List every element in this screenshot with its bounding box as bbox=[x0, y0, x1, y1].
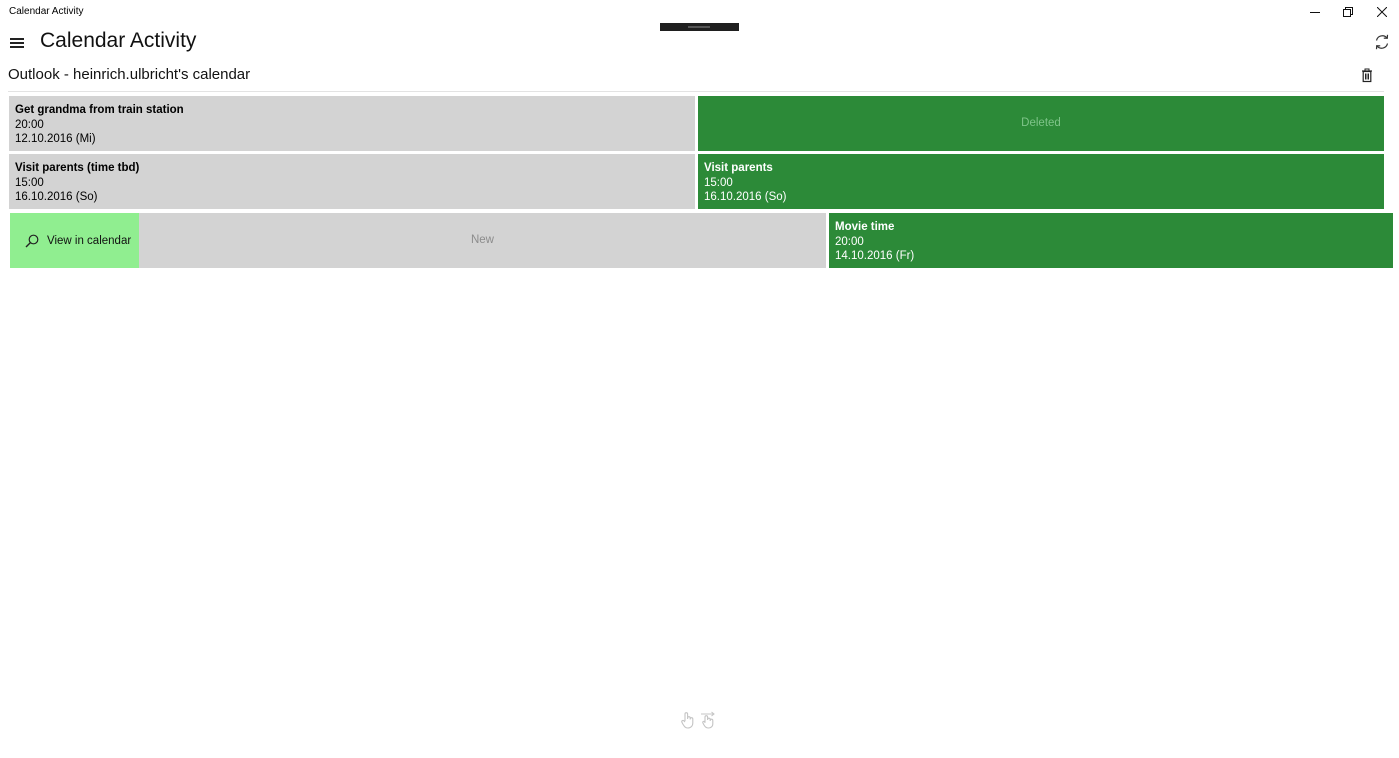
drag-grip bbox=[688, 26, 710, 28]
status-label: Deleted bbox=[1021, 117, 1061, 130]
deleted-status-tile[interactable]: Deleted bbox=[698, 96, 1384, 151]
touch-icon bbox=[681, 712, 694, 729]
trash-icon bbox=[1362, 68, 1372, 83]
hamburger-menu-button[interactable] bbox=[10, 36, 25, 48]
hamburger-line bbox=[10, 42, 24, 44]
event-time: 15:00 bbox=[704, 176, 733, 189]
title-bar: Calendar Activity bbox=[0, 0, 1399, 24]
event-date: 16.10.2016 (So) bbox=[15, 191, 98, 203]
old-event-tile[interactable]: Visit parents (time tbd) 15:00 16.10.201… bbox=[9, 154, 695, 209]
event-time: 20:00 bbox=[15, 118, 44, 131]
view-in-calendar-button[interactable]: View in calendar bbox=[10, 213, 139, 268]
hamburger-line bbox=[10, 38, 24, 40]
restore-icon bbox=[1343, 7, 1353, 17]
close-icon bbox=[1377, 7, 1387, 17]
window-title: Calendar Activity bbox=[9, 6, 84, 17]
divider bbox=[8, 91, 1384, 92]
event-title: Get grandma from train station bbox=[15, 104, 184, 116]
status-label: New bbox=[470, 234, 494, 247]
calendar-name: Outlook - heinrich.ulbricht's calendar bbox=[8, 66, 251, 83]
old-event-tile[interactable]: Get grandma from train station 20:00 12.… bbox=[9, 96, 695, 151]
search-icon bbox=[25, 234, 39, 247]
restore-button[interactable] bbox=[1331, 0, 1365, 24]
delete-calendar-button[interactable] bbox=[1360, 68, 1374, 83]
sync-button[interactable] bbox=[1373, 33, 1391, 51]
new-event-tile[interactable]: Movie time 20:00 14.10.2016 (Fr) bbox=[829, 213, 1393, 268]
minimize-icon bbox=[1310, 12, 1320, 13]
view-in-calendar-label: View in calendar bbox=[47, 234, 132, 247]
touch-hints bbox=[680, 711, 720, 731]
new-event-tile[interactable]: Visit parents 15:00 16.10.2016 (So) bbox=[698, 154, 1384, 209]
new-status-tile[interactable]: New bbox=[139, 213, 826, 268]
event-title: Movie time bbox=[835, 221, 895, 233]
event-date: 12.10.2016 (Mi) bbox=[15, 133, 96, 145]
hamburger-line bbox=[10, 46, 24, 48]
event-title: Visit parents (time tbd) bbox=[15, 162, 140, 174]
event-date: 14.10.2016 (Fr) bbox=[835, 250, 915, 262]
minimize-button[interactable] bbox=[1298, 0, 1332, 24]
swipe-icon bbox=[701, 711, 715, 729]
app-title: Calendar Activity bbox=[40, 29, 197, 52]
event-title: Visit parents bbox=[704, 162, 773, 174]
event-date: 16.10.2016 (So) bbox=[704, 191, 787, 203]
close-button[interactable] bbox=[1365, 0, 1399, 24]
sync-icon bbox=[1375, 34, 1389, 50]
event-time: 20:00 bbox=[835, 235, 864, 248]
event-time: 15:00 bbox=[15, 176, 44, 189]
drag-handle[interactable] bbox=[660, 23, 739, 31]
